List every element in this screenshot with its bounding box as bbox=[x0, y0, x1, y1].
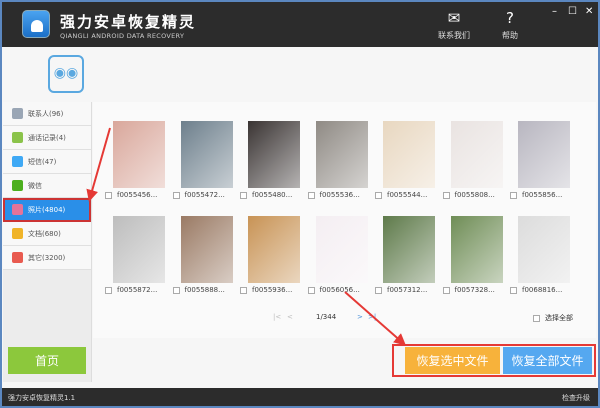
arrow-to-photos bbox=[86, 127, 111, 202]
arrow-to-recover bbox=[344, 291, 407, 346]
annotation-arrows bbox=[86, 127, 407, 346]
